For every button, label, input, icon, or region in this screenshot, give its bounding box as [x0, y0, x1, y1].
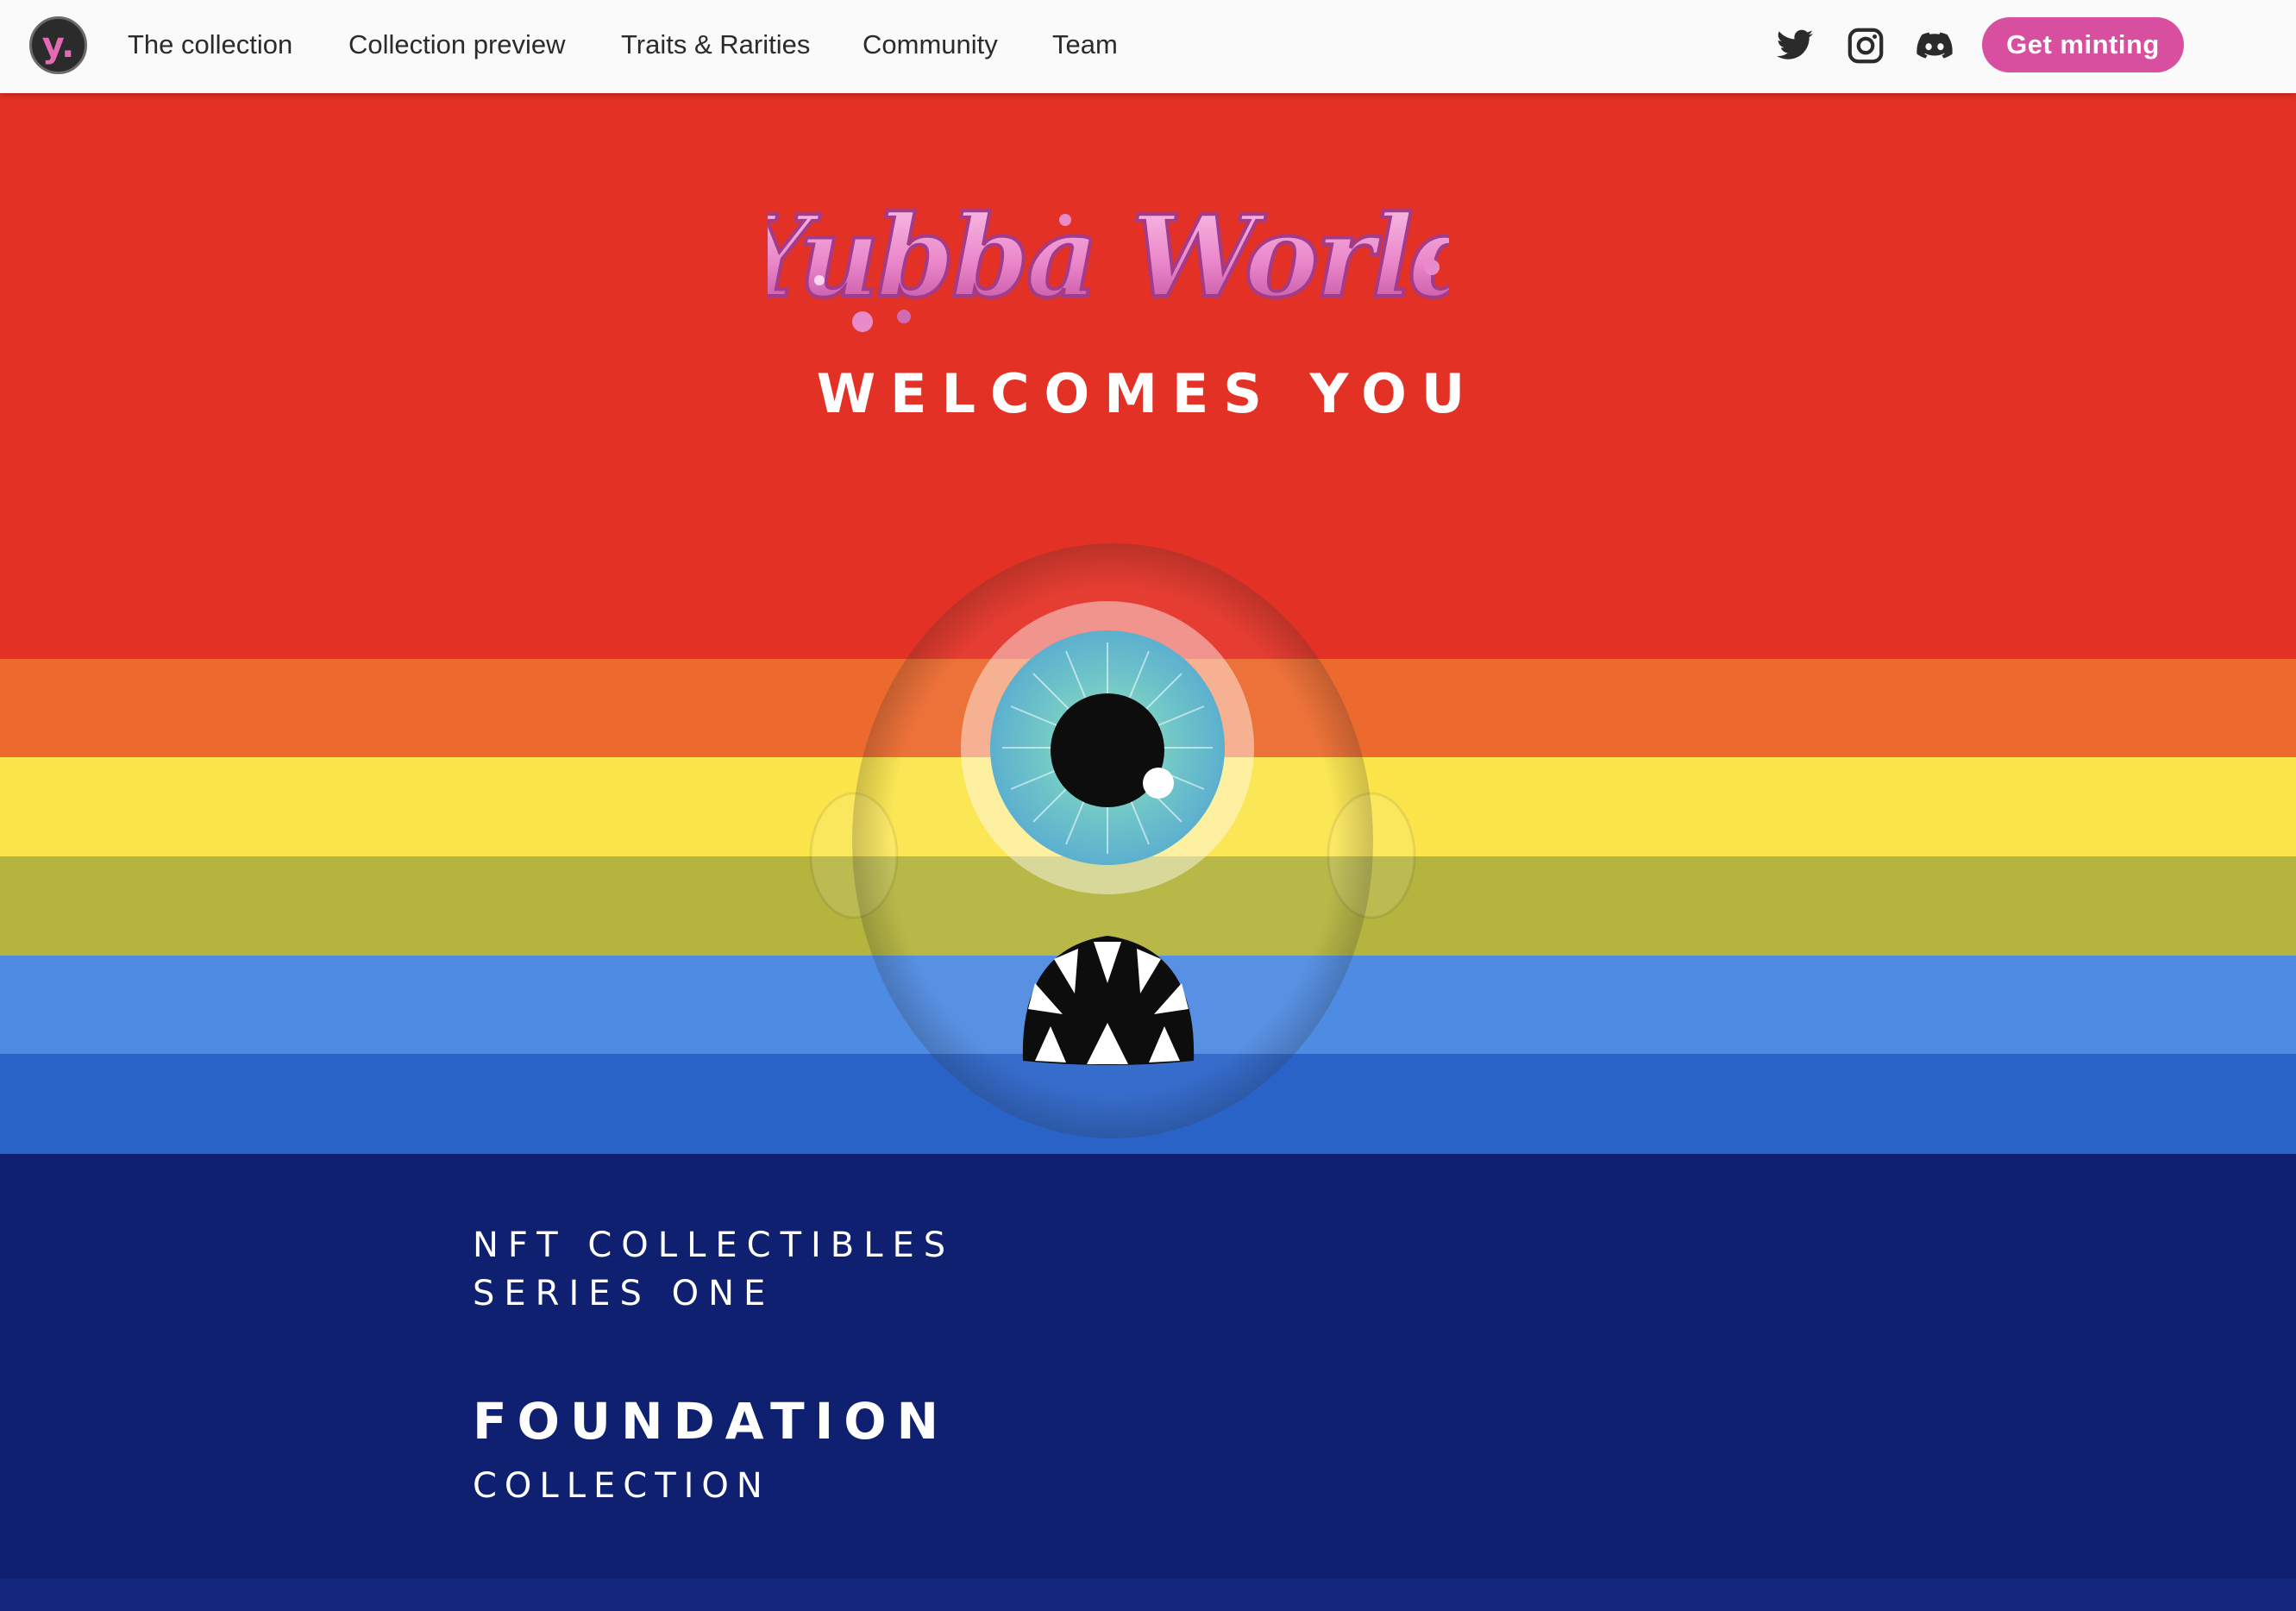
nav-link-the-collection[interactable]: The collection [128, 27, 292, 63]
svg-text:Yubba World: Yubba World [768, 191, 1449, 323]
nav-link-collection-preview[interactable]: Collection preview [348, 27, 566, 63]
yubba-logo-icon[interactable]: y. [29, 16, 87, 74]
series-one-label: SERIES ONE [473, 1274, 775, 1313]
top-navigation: y. The collection Collection preview Tra… [0, 0, 2296, 93]
yubba-world-wordmark: Yubba World [768, 189, 1449, 332]
bottom-band [0, 1578, 2296, 1611]
nav-link-community[interactable]: Community [863, 27, 998, 63]
cyclops-creature-illustration [809, 543, 1416, 1138]
twitter-icon[interactable] [1775, 26, 1815, 66]
collection-subheading: COLLECTION [473, 1466, 770, 1506]
nav-link-team[interactable]: Team [1052, 27, 1118, 63]
instagram-icon[interactable] [1846, 26, 1885, 66]
welcomes-you-heading: WELCOMES YOU [816, 362, 1480, 425]
discord-icon[interactable] [1913, 26, 1956, 66]
logo-glyph: y. [41, 25, 75, 66]
navy-section [0, 1154, 2296, 1611]
nav-link-traits-rarities[interactable]: Traits & Rarities [621, 27, 810, 63]
nft-collectibles-label: NFT COLLECTIBLES [473, 1225, 956, 1265]
foundation-heading: FOUNDATION [473, 1392, 950, 1451]
get-minting-button[interactable]: Get minting [1982, 17, 2184, 72]
